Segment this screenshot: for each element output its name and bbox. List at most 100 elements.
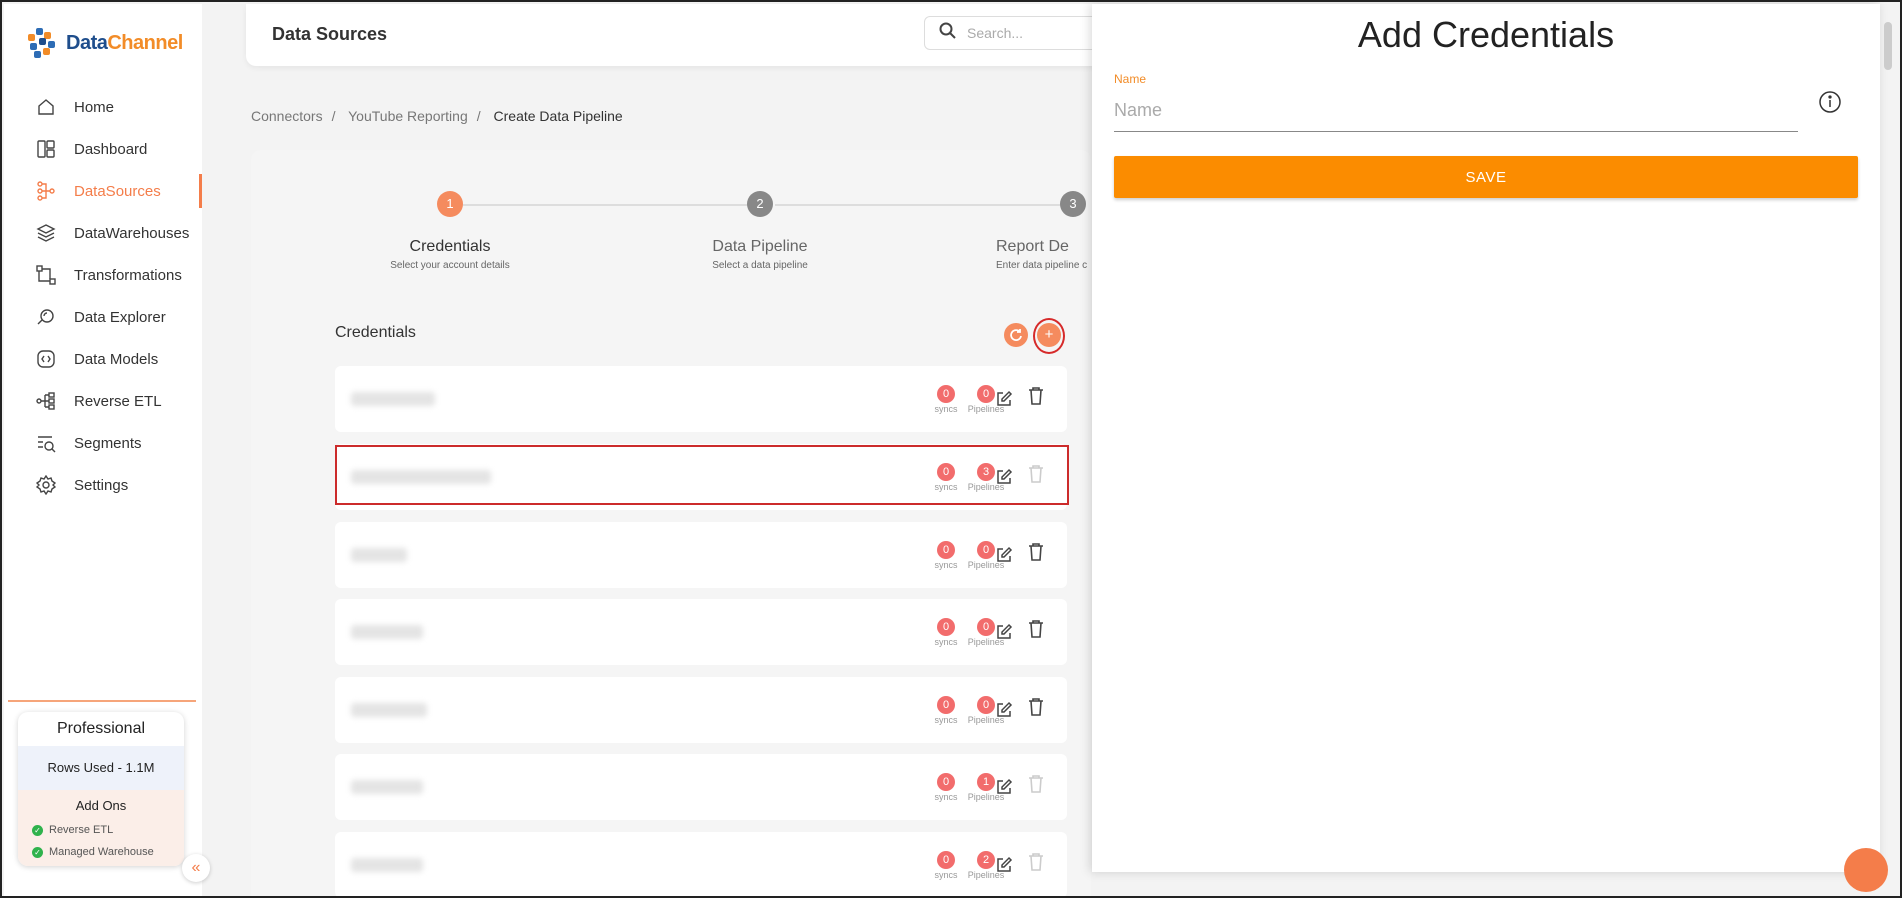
count-label: syncs xyxy=(934,560,958,570)
step-1-subtitle: Select your account details xyxy=(390,260,510,271)
addon-item: ✓ Managed Warehouse xyxy=(18,841,184,863)
edit-icon[interactable] xyxy=(995,856,1013,879)
drawer-title: Add Credentials xyxy=(1357,14,1615,55)
reverse-etl-icon xyxy=(34,389,58,413)
sidebar-item-label: DataSources xyxy=(74,182,161,200)
step-2-subtitle: Select a data pipeline xyxy=(712,260,808,271)
edit-icon[interactable] xyxy=(995,623,1013,646)
check-icon: ✓ xyxy=(32,824,43,836)
count-badge: 0 xyxy=(937,851,955,869)
count-badge: 0 xyxy=(937,696,955,714)
table-row[interactable]: 0 syncs 0 Pipelines xyxy=(335,599,1067,665)
delete-icon[interactable] xyxy=(1028,852,1044,877)
sidebar-divider xyxy=(8,700,196,702)
table-row[interactable]: 0 syncs 1 Pipelines xyxy=(335,754,1067,820)
brand-name: DataChannel xyxy=(66,31,183,54)
breadcrumb-connectors[interactable]: Connectors xyxy=(251,108,323,124)
step-3-indicator[interactable]: 3 xyxy=(1060,191,1086,217)
breadcrumb-youtube-reporting[interactable]: YouTube Reporting xyxy=(348,108,468,124)
home-icon xyxy=(34,95,58,119)
app-frame: DataChannel Home Dashboard DataSources D… xyxy=(0,0,1902,898)
step-2-indicator[interactable]: 2 xyxy=(747,191,773,217)
breadcrumb: Connectors / YouTube Reporting / Create Da… xyxy=(251,108,623,124)
table-row[interactable]: 0 syncs 0 Pipelines xyxy=(335,677,1067,743)
sidebar-item-datawarehouses[interactable]: DataWarehouses xyxy=(4,212,202,254)
layers-icon xyxy=(34,221,58,245)
step-3-subtitle: Enter data pipeline c xyxy=(996,260,1088,271)
sidebar-item-data-models[interactable]: Data Models xyxy=(4,338,202,380)
scrollbar[interactable] xyxy=(1884,22,1892,70)
sidebar-item-segments[interactable]: Segments xyxy=(4,422,202,464)
sidebar-item-label: Data Explorer xyxy=(74,308,166,326)
count-label: syncs xyxy=(934,637,958,647)
info-icon[interactable] xyxy=(1818,90,1842,119)
edit-icon[interactable] xyxy=(995,778,1013,801)
save-button[interactable]: SAVE xyxy=(1114,156,1858,198)
check-icon: ✓ xyxy=(32,846,43,858)
edit-icon[interactable] xyxy=(995,546,1013,569)
table-row[interactable]: 0 syncs 2 Pipelines xyxy=(335,832,1067,896)
credential-name-redacted xyxy=(351,858,423,872)
stepper-connector xyxy=(775,204,1069,206)
count-label: syncs xyxy=(934,715,958,725)
delete-icon[interactable] xyxy=(1028,542,1044,567)
add-credentials-drawer: Add Credentials Name SAVE xyxy=(1092,4,1880,872)
credential-name-redacted xyxy=(351,703,427,717)
edit-icon[interactable] xyxy=(995,390,1013,413)
count-badge: 0 xyxy=(937,385,955,403)
plan-card: Professional Rows Used - 1.1M Add Ons ✓ R… xyxy=(18,712,184,866)
count-badge: 0 xyxy=(977,696,995,714)
sidebar-item-label: Segments xyxy=(74,434,142,452)
search-placeholder: Search... xyxy=(967,25,1024,41)
stepper-connector xyxy=(463,204,753,206)
count-label: syncs xyxy=(934,870,958,880)
sync-count: 0 syncs xyxy=(926,772,966,802)
step-1-indicator[interactable]: 1 xyxy=(437,191,463,217)
count-badge: 0 xyxy=(937,541,955,559)
edit-icon[interactable] xyxy=(995,701,1013,724)
refresh-icon xyxy=(1010,329,1022,341)
sync-count: 0 syncs xyxy=(926,850,966,880)
delete-icon[interactable] xyxy=(1028,386,1044,411)
step-2-title: Data Pipeline xyxy=(712,238,808,255)
sidebar-item-label: Reverse ETL xyxy=(74,392,162,410)
sidebar-item-data-explorer[interactable]: Data Explorer xyxy=(4,296,202,338)
transform-icon xyxy=(34,263,58,287)
sync-count: 0 syncs xyxy=(926,540,966,570)
sidebar-item-datasources[interactable]: DataSources xyxy=(4,170,202,212)
table-row[interactable]: 0 syncs 0 Pipelines xyxy=(335,366,1067,432)
credentials-heading: Credentials xyxy=(335,324,416,341)
collapse-sidebar-button[interactable]: « xyxy=(182,854,210,882)
table-row[interactable]: 0 syncs 0 Pipelines xyxy=(335,522,1067,588)
rows-used: Rows Used - 1.1M xyxy=(18,746,184,790)
step-3-title: Report De xyxy=(996,238,1069,255)
count-badge: 1 xyxy=(977,773,995,791)
breadcrumb-current: Create Data Pipeline xyxy=(493,108,623,124)
name-field[interactable] xyxy=(1114,90,1798,132)
page-title: Data Sources xyxy=(272,24,388,44)
delete-icon[interactable] xyxy=(1028,697,1044,722)
gear-icon xyxy=(34,473,58,497)
sidebar-nav: Home Dashboard DataSources DataWarehouse… xyxy=(4,86,202,506)
delete-icon[interactable] xyxy=(1028,774,1044,799)
search-icon xyxy=(939,22,957,45)
brand-logo[interactable]: DataChannel xyxy=(24,24,183,62)
sidebar-item-label: Settings xyxy=(74,476,129,494)
sidebar-item-transformations[interactable]: Transformations xyxy=(4,254,202,296)
delete-icon[interactable] xyxy=(1028,619,1044,644)
count-badge: 2 xyxy=(977,851,995,869)
plan-title: Professional xyxy=(56,720,146,737)
addons-section: Add Ons ✓ Reverse ETL ✓ Managed Warehouse xyxy=(18,790,184,866)
count-label: syncs xyxy=(934,404,958,414)
selected-row-highlight xyxy=(335,445,1069,505)
sidebar-item-reverse-etl[interactable]: Reverse ETL xyxy=(4,380,202,422)
sidebar-item-dashboard[interactable]: Dashboard xyxy=(4,128,202,170)
name-field-label: Name xyxy=(1114,72,1147,86)
explorer-icon xyxy=(34,305,58,329)
sidebar-item-home[interactable]: Home xyxy=(4,86,202,128)
sidebar-item-settings[interactable]: Settings xyxy=(4,464,202,506)
sync-count: 0 syncs xyxy=(926,617,966,647)
refresh-button[interactable] xyxy=(1004,323,1028,347)
page-header: Data Sources Search... xyxy=(246,4,1224,66)
chat-widget-button[interactable] xyxy=(1844,848,1888,892)
